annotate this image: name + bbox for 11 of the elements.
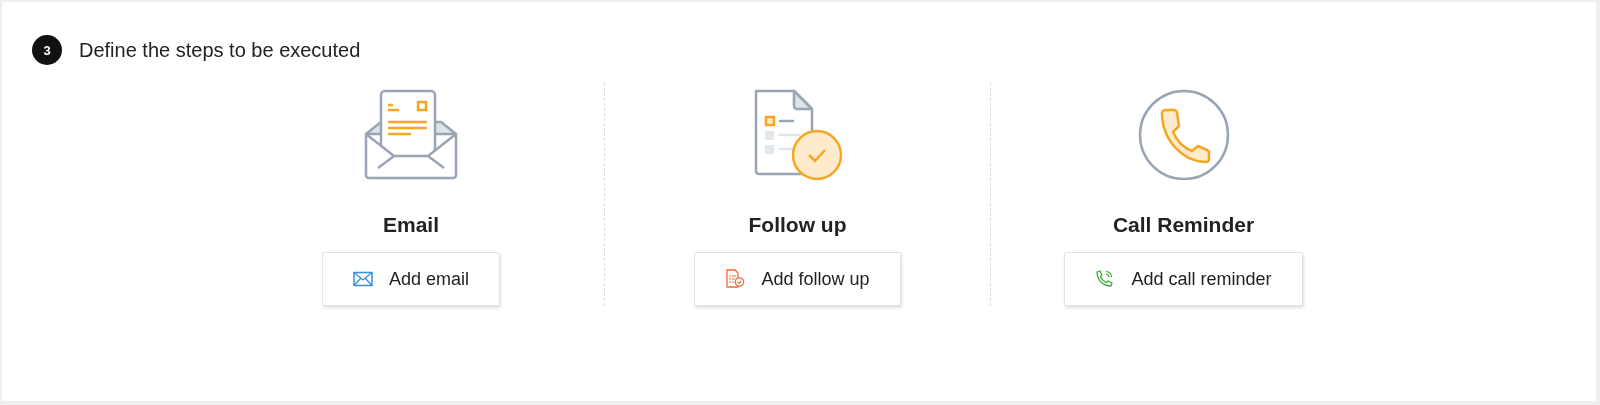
envelope-icon bbox=[352, 271, 373, 287]
checklist-document-icon bbox=[725, 269, 746, 289]
step-number: 3 bbox=[32, 35, 62, 65]
action-title: Follow up bbox=[748, 213, 847, 237]
phone-icon bbox=[1095, 269, 1116, 289]
add-button[interactable]: Add follow up bbox=[694, 252, 901, 306]
add-button[interactable]: Add call reminder bbox=[1064, 252, 1303, 306]
action-title: Call Reminder bbox=[1112, 213, 1255, 237]
action-title: Email bbox=[383, 213, 439, 237]
add-button[interactable]: Add email bbox=[321, 252, 500, 306]
step-title: Define the steps to be executed bbox=[79, 38, 361, 62]
